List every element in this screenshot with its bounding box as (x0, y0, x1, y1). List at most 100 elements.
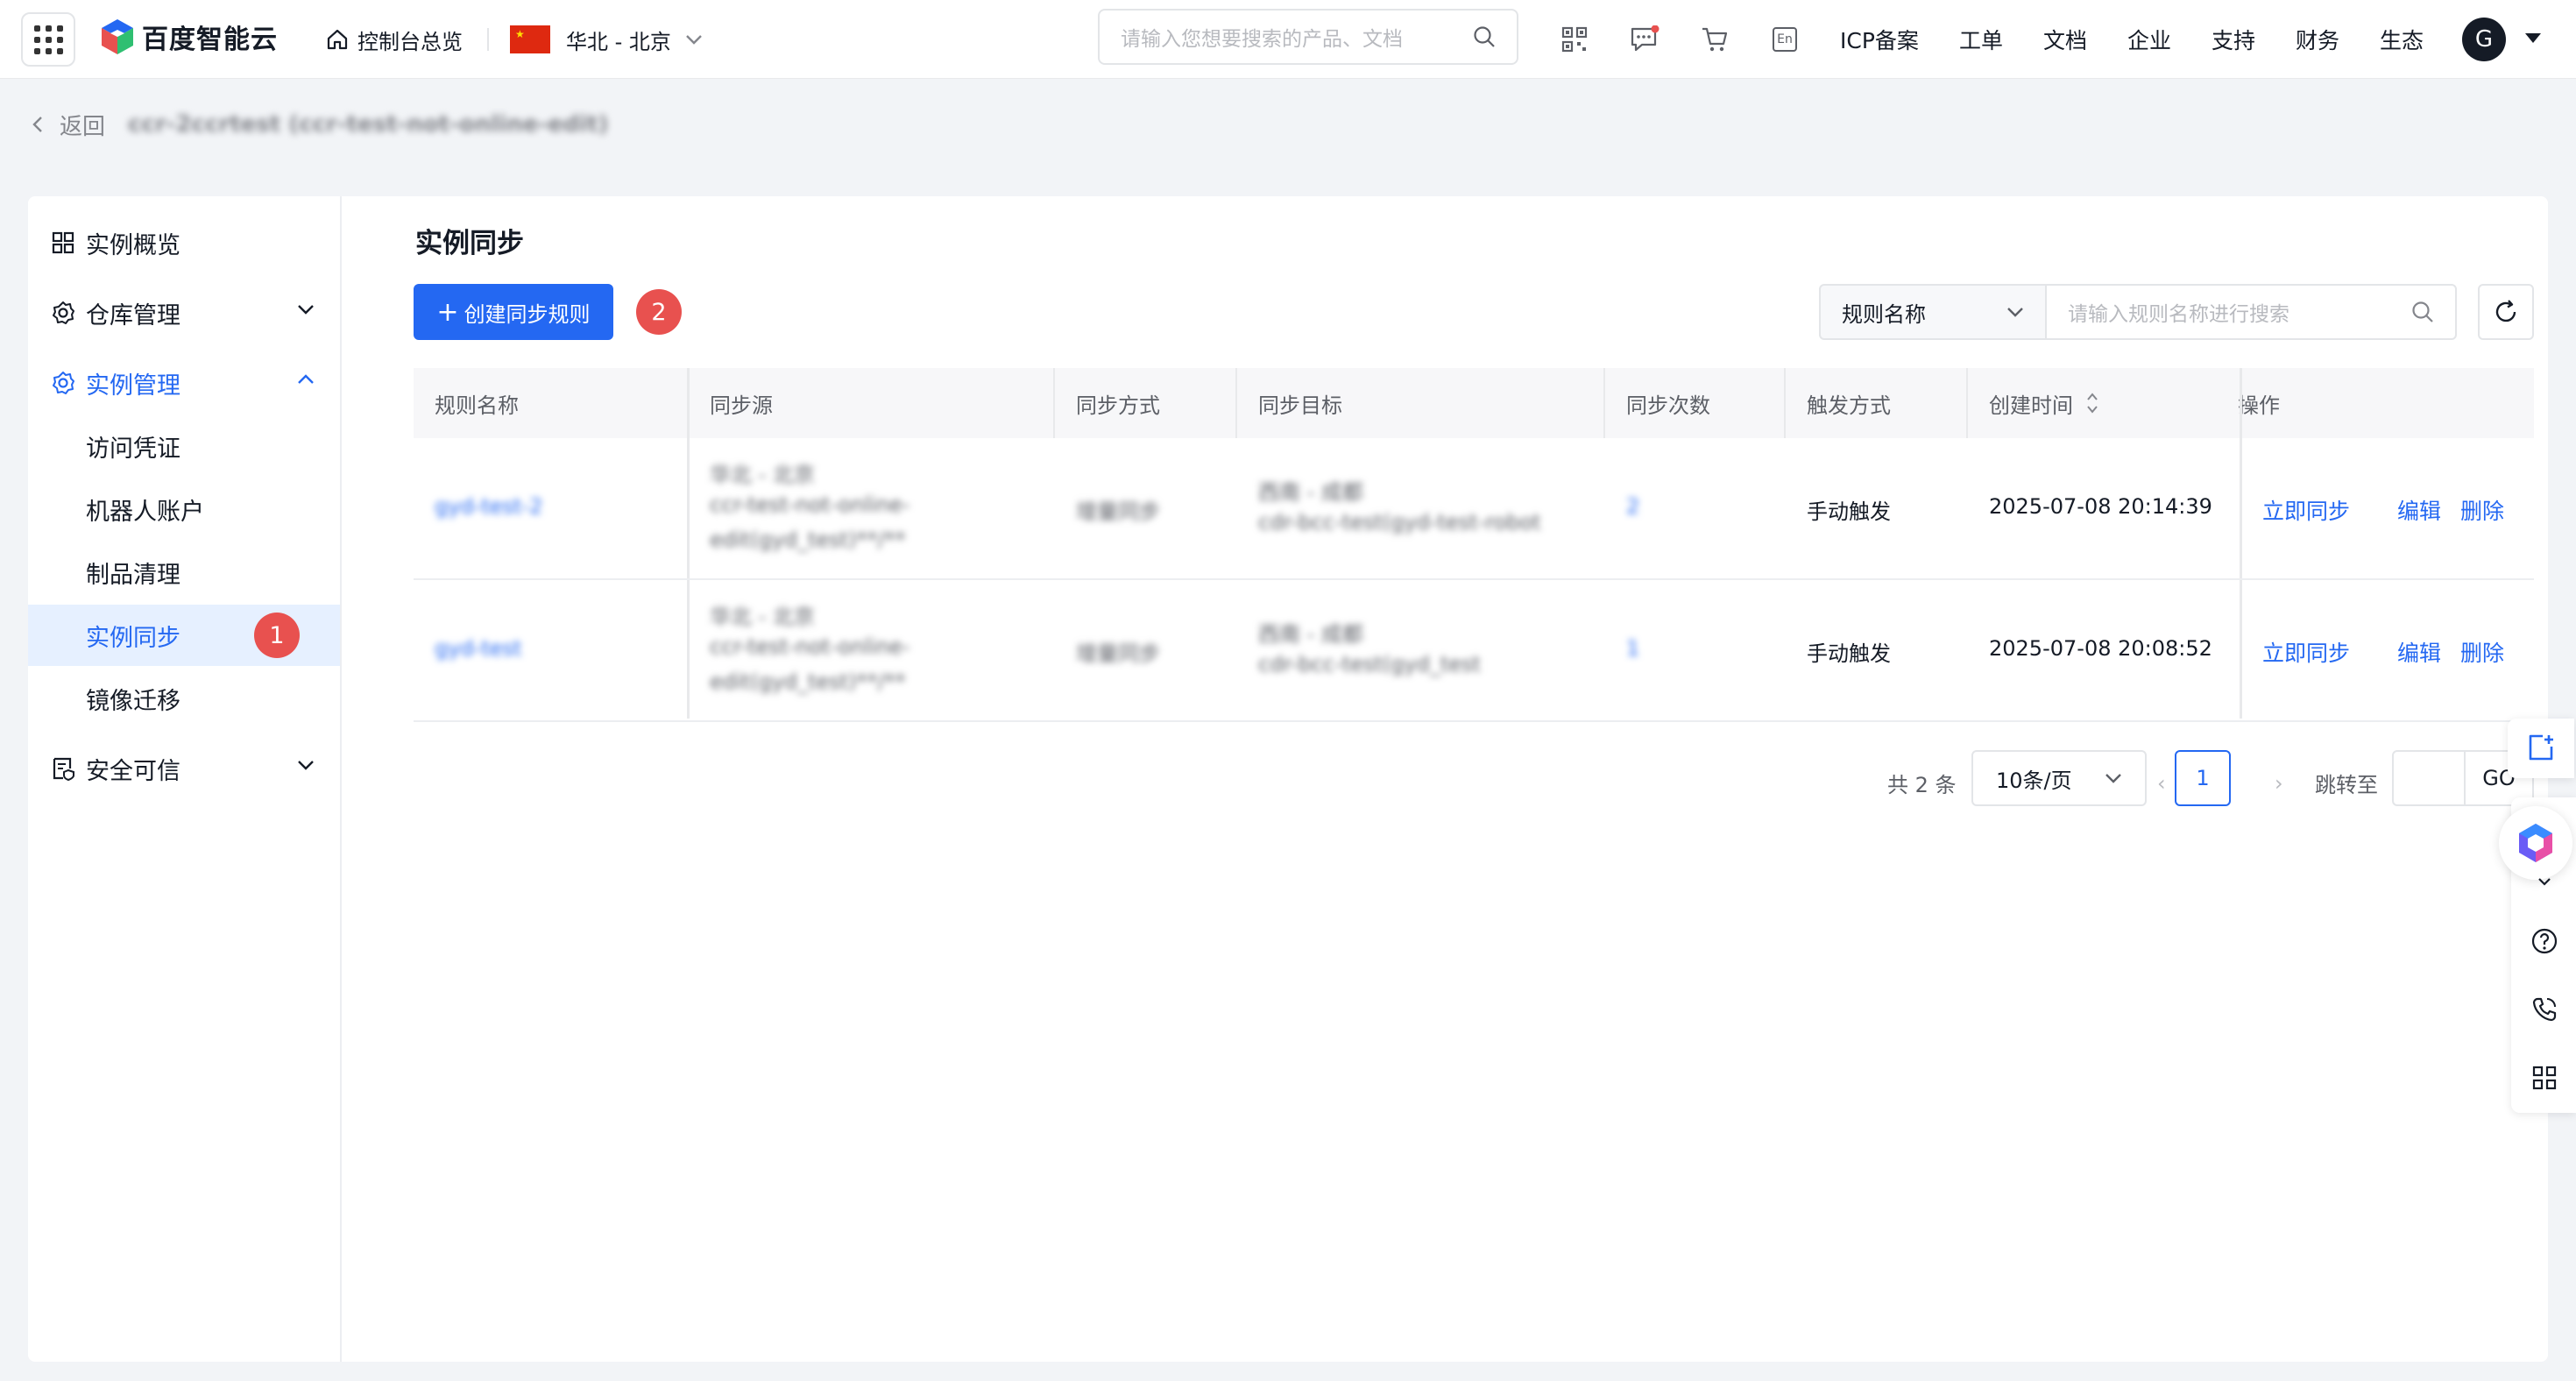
china-flag-icon: ★ (510, 25, 550, 53)
sidebar-item-artifact-cleanup[interactable]: 制品清理 (28, 542, 340, 603)
sync-now-link[interactable]: 立即同步 (2262, 636, 2350, 668)
column-header-target: 同步目标 (1258, 393, 1342, 418)
sort-icon[interactable] (2085, 391, 2099, 415)
jump-page-input[interactable] (2392, 750, 2466, 806)
nav-link-docs[interactable]: 文档 (2043, 0, 2087, 79)
sidebar-item-label: 访问凭证 (86, 435, 180, 463)
overview-grid-icon (52, 231, 74, 254)
nav-link-finance[interactable]: 财务 (2296, 0, 2339, 79)
apps-grid-icon[interactable] (2527, 1060, 2562, 1095)
global-search-input[interactable]: 请输入您想要搜索的产品、文档 (1098, 9, 1518, 65)
nav-link-ecosystem[interactable]: 生态 (2380, 0, 2424, 79)
search-icon[interactable] (1473, 25, 1496, 48)
sidebar-item-robot-accounts[interactable]: 机器人账户 (28, 478, 340, 540)
sidebar-item-instance-sync[interactable]: 实例同步 1 (28, 605, 340, 666)
feedback-button[interactable] (2508, 719, 2574, 778)
sync-now-link[interactable]: 立即同步 (2262, 494, 2350, 526)
create-sync-rule-label: 创建同步规则 (464, 301, 591, 327)
target-region: 西南 - 成都 (1258, 622, 1363, 647)
rule-name-link[interactable]: gyd-test-2 (435, 494, 542, 519)
region-label: 华北 - 北京 (566, 29, 671, 54)
console-home-label: 控制台总览 (357, 29, 463, 54)
sidebar-item-label: 制品清理 (86, 561, 180, 589)
nav-link-ticket[interactable]: 工单 (1959, 0, 2003, 79)
search-icon[interactable] (2411, 301, 2434, 323)
sidebar-item-label: 机器人账户 (86, 498, 204, 526)
sidebar-item-label: 实例概览 (86, 231, 180, 259)
column-header-created[interactable]: 创建时间 (1989, 368, 2099, 438)
logo-cube-icon (102, 19, 133, 54)
sidebar-item-instance-management[interactable]: 实例管理 (28, 352, 340, 414)
sync-count-link[interactable]: 2 (1626, 494, 1639, 519)
sidebar-item-label: 镜像迁移 (86, 687, 180, 715)
current-page-button[interactable]: 1 (2175, 750, 2231, 806)
delete-link[interactable]: 删除 (2460, 636, 2504, 668)
sidebar-item-label: 仓库管理 (86, 301, 180, 329)
search-placeholder: 请输入您想要搜索的产品、文档 (1121, 28, 1403, 51)
chevron-down-icon (2105, 774, 2121, 783)
user-avatar[interactable]: G (2462, 18, 2506, 61)
column-header-source: 同步源 (710, 393, 773, 418)
sidebar-item-repository[interactable]: 仓库管理 (28, 282, 340, 343)
chevron-down-icon (686, 35, 702, 45)
refresh-button[interactable] (2478, 284, 2534, 340)
create-sync-rule-button[interactable]: + 创建同步规则 (414, 284, 613, 340)
source-repo-line2: edit(gyd_test)**/** (710, 528, 906, 552)
jump-label: 跳转至 (2315, 773, 2378, 797)
page-size-select[interactable]: 10条/页 (1971, 750, 2147, 806)
sidebar-item-access-credentials[interactable]: 访问凭证 (28, 415, 340, 477)
sidebar-item-security[interactable]: 安全可信 (28, 738, 340, 799)
sync-mode: 增量同步 (1076, 499, 1160, 524)
target-region: 西南 - 成都 (1258, 480, 1363, 505)
search-placeholder: 请输入规则名称进行搜索 (2068, 303, 2289, 326)
caret-down-icon[interactable] (2525, 33, 2541, 43)
logo-text: 百度智能云 (142, 25, 278, 55)
rule-name-search-input[interactable]: 请输入规则名称进行搜索 (2045, 284, 2457, 340)
rule-name-link[interactable]: gyd-test (435, 636, 521, 661)
created-time: 2025-07-08 20:14:39 (1989, 494, 2212, 519)
filter-field-select[interactable]: 规则名称 (1819, 284, 2047, 340)
collapse-chevron-icon[interactable] (2527, 864, 2562, 899)
next-page-icon[interactable]: › (2275, 771, 2283, 796)
trigger-type: 手动触发 (1807, 641, 1891, 666)
help-icon[interactable] (2527, 924, 2562, 959)
plus-icon: + (436, 296, 459, 328)
step-badge: 2 (636, 289, 682, 335)
home-icon (327, 29, 348, 50)
console-home-link[interactable]: 控制台总览 (326, 0, 463, 79)
brand-logo[interactable]: 百度智能云 (100, 18, 278, 56)
phone-icon[interactable] (2527, 992, 2562, 1027)
sidebar-item-overview[interactable]: 实例概览 (28, 212, 340, 273)
page-size-value: 10条/页 (1996, 768, 2072, 793)
column-header-trigger: 触发方式 (1807, 393, 1891, 418)
sidebar-item-image-migration[interactable]: 镜像迁移 (28, 668, 340, 729)
edit-link[interactable]: 编辑 (2397, 636, 2441, 668)
ai-assistant-icon (2519, 824, 2552, 862)
table-row: gyd-test 华北 - 北京 ccr-test-not-online- ed… (414, 580, 2534, 722)
app-grid-button[interactable] (21, 12, 75, 67)
nav-link-support[interactable]: 支持 (2212, 0, 2255, 79)
back-link[interactable]: 返回 (60, 109, 105, 141)
nav-link-icp[interactable]: ICP备案 (1840, 0, 1919, 79)
source-region: 华北 - 北京 (710, 605, 815, 629)
chevron-down-icon (298, 761, 314, 770)
breadcrumb: 返回 ccr-2ccrtest (ccr-test-not-online-edi… (32, 103, 608, 145)
delete-link[interactable]: 删除 (2460, 494, 2504, 526)
sync-mode: 增量同步 (1076, 641, 1160, 666)
source-region: 华北 - 北京 (710, 463, 815, 487)
prev-page-icon[interactable]: ‹ (2157, 771, 2166, 796)
trigger-type: 手动触发 (1807, 499, 1891, 524)
message-icon[interactable] (1626, 21, 1663, 58)
pagination-total: 共 2 条 (1887, 773, 1957, 797)
chevron-left-icon[interactable] (32, 115, 44, 134)
region-selector[interactable]: ★ 华北 - 北京 (510, 0, 703, 79)
sync-count-link[interactable]: 1 (1626, 636, 1639, 661)
qrcode-icon[interactable] (1556, 21, 1593, 58)
language-icon[interactable]: En (1766, 21, 1803, 58)
target-repo: cdr-bcc-test(gyd-test-robot (1258, 510, 1541, 535)
cart-icon[interactable] (1696, 21, 1733, 58)
edit-link[interactable]: 编辑 (2397, 494, 2441, 526)
nav-link-enterprise[interactable]: 企业 (2127, 0, 2171, 79)
table-header: 规则名称 同步源 同步方式 同步目标 同步次数 触发方式 创建时间 操作 (414, 368, 2534, 438)
instance-gear-icon (53, 372, 74, 394)
